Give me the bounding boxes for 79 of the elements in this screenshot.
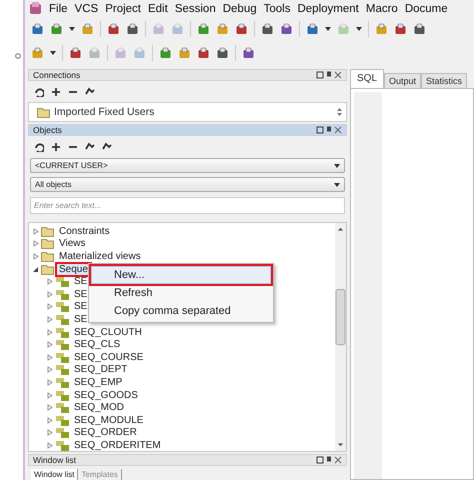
panel-title: Connections <box>33 70 80 80</box>
menu-item[interactable]: VCS <box>74 2 98 14</box>
refresh-icon[interactable] <box>34 142 44 152</box>
menu-item[interactable]: File <box>49 2 68 14</box>
menu-item[interactable]: Deployment <box>297 2 359 14</box>
folder-icon <box>41 226 55 237</box>
tree-node[interactable]: SE <box>72 301 90 312</box>
tree-node[interactable]: Materialized views <box>57 250 143 262</box>
menu-item[interactable]: Docume <box>404 2 448 14</box>
menu-item[interactable]: Copy comma separated <box>91 302 271 320</box>
caret-icon[interactable] <box>334 182 340 186</box>
tree-node[interactable]: SEQ_CLOUTH <box>72 326 144 338</box>
search-field[interactable]: Enter search text... <box>30 197 345 214</box>
tree-node[interactable]: SEQ_CLS <box>72 339 122 350</box>
menu-item[interactable]: New... <box>91 266 271 284</box>
app-icon <box>29 2 42 15</box>
user-select[interactable]: <CURRENT USER> <box>30 158 345 173</box>
refresh-icon[interactable] <box>34 86 44 96</box>
tree-node[interactable]: SEQ_MOD <box>72 402 126 414</box>
sequence-icon <box>55 427 70 438</box>
caret-icon[interactable] <box>334 164 340 168</box>
panel-buttons-icon[interactable] <box>316 126 342 134</box>
tree-node[interactable]: SEQ_EMP <box>72 376 124 388</box>
tree-node[interactable]: Views <box>57 238 88 250</box>
menu-item[interactable]: Session <box>174 2 216 14</box>
tree-node[interactable]: SEQ_DEPT <box>72 364 130 376</box>
caret-icon[interactable] <box>325 27 331 31</box>
sequence-icon <box>55 276 70 288</box>
folder-icon <box>41 238 55 250</box>
circle-icon <box>15 53 21 59</box>
tree-node[interactable]: SEQ_ORDER <box>72 427 139 438</box>
sequence-icon <box>55 364 70 376</box>
menu-item[interactable]: Refresh <box>91 284 271 302</box>
add-icon[interactable] <box>51 86 61 96</box>
tab[interactable]: Statistics <box>421 73 468 88</box>
menu-item[interactable]: Debug <box>222 2 257 14</box>
caret-icon[interactable] <box>50 51 56 55</box>
tree-node[interactable]: Imported Fixed Users <box>54 106 154 118</box>
sequence-icon <box>55 314 70 325</box>
menu-item[interactable]: Edit <box>148 2 168 14</box>
tab[interactable]: Output <box>384 73 422 88</box>
folder-icon <box>41 250 55 262</box>
panel-title: Window list <box>33 455 76 465</box>
panel-buttons-icon[interactable] <box>316 71 342 79</box>
tree-node[interactable]: SE <box>72 314 90 325</box>
sequence-icon <box>55 352 70 363</box>
sequence-icon <box>55 376 70 388</box>
sequence-icon <box>55 402 70 414</box>
tree-node[interactable]: Constraints <box>57 226 112 237</box>
menu-item[interactable]: Tools <box>264 2 290 14</box>
tree-node[interactable]: SE <box>72 276 90 288</box>
panel-title: Objects <box>33 125 62 135</box>
caret-icon[interactable] <box>356 27 362 31</box>
tab[interactable]: Window list <box>31 469 78 480</box>
sequence-icon <box>55 339 70 350</box>
tree-node[interactable]: SEQ_COURSE <box>72 352 146 363</box>
tree-node[interactable]: SE <box>72 288 90 300</box>
tab[interactable]: SQL <box>350 69 384 88</box>
menu-item[interactable]: Project <box>105 2 141 14</box>
sequence-icon <box>55 390 70 401</box>
sequence-icon <box>55 288 70 300</box>
tree-node[interactable]: SEQ_ORDERITEM <box>72 440 163 451</box>
sequence-icon <box>55 440 70 451</box>
spin-icon[interactable] <box>337 107 342 117</box>
sequence-icon <box>55 414 70 426</box>
caret-icon[interactable] <box>69 27 75 31</box>
expander-icon[interactable] <box>33 266 39 273</box>
add-icon[interactable] <box>51 142 61 152</box>
tree-node[interactable]: SEQ_MODULE <box>72 414 146 426</box>
filter-select[interactable]: All objects <box>30 177 345 192</box>
tree-node[interactable]: SEQ_GOODS <box>72 390 140 401</box>
menu-item[interactable]: Macro <box>366 2 398 14</box>
sequence-icon <box>55 326 70 338</box>
panel-buttons-icon[interactable] <box>316 456 342 464</box>
folder-icon <box>41 264 55 275</box>
scrollbar[interactable] <box>335 223 346 451</box>
tree-node[interactable]: Seque <box>57 264 90 275</box>
sequence-icon <box>55 301 70 312</box>
folder-icon <box>37 106 51 118</box>
